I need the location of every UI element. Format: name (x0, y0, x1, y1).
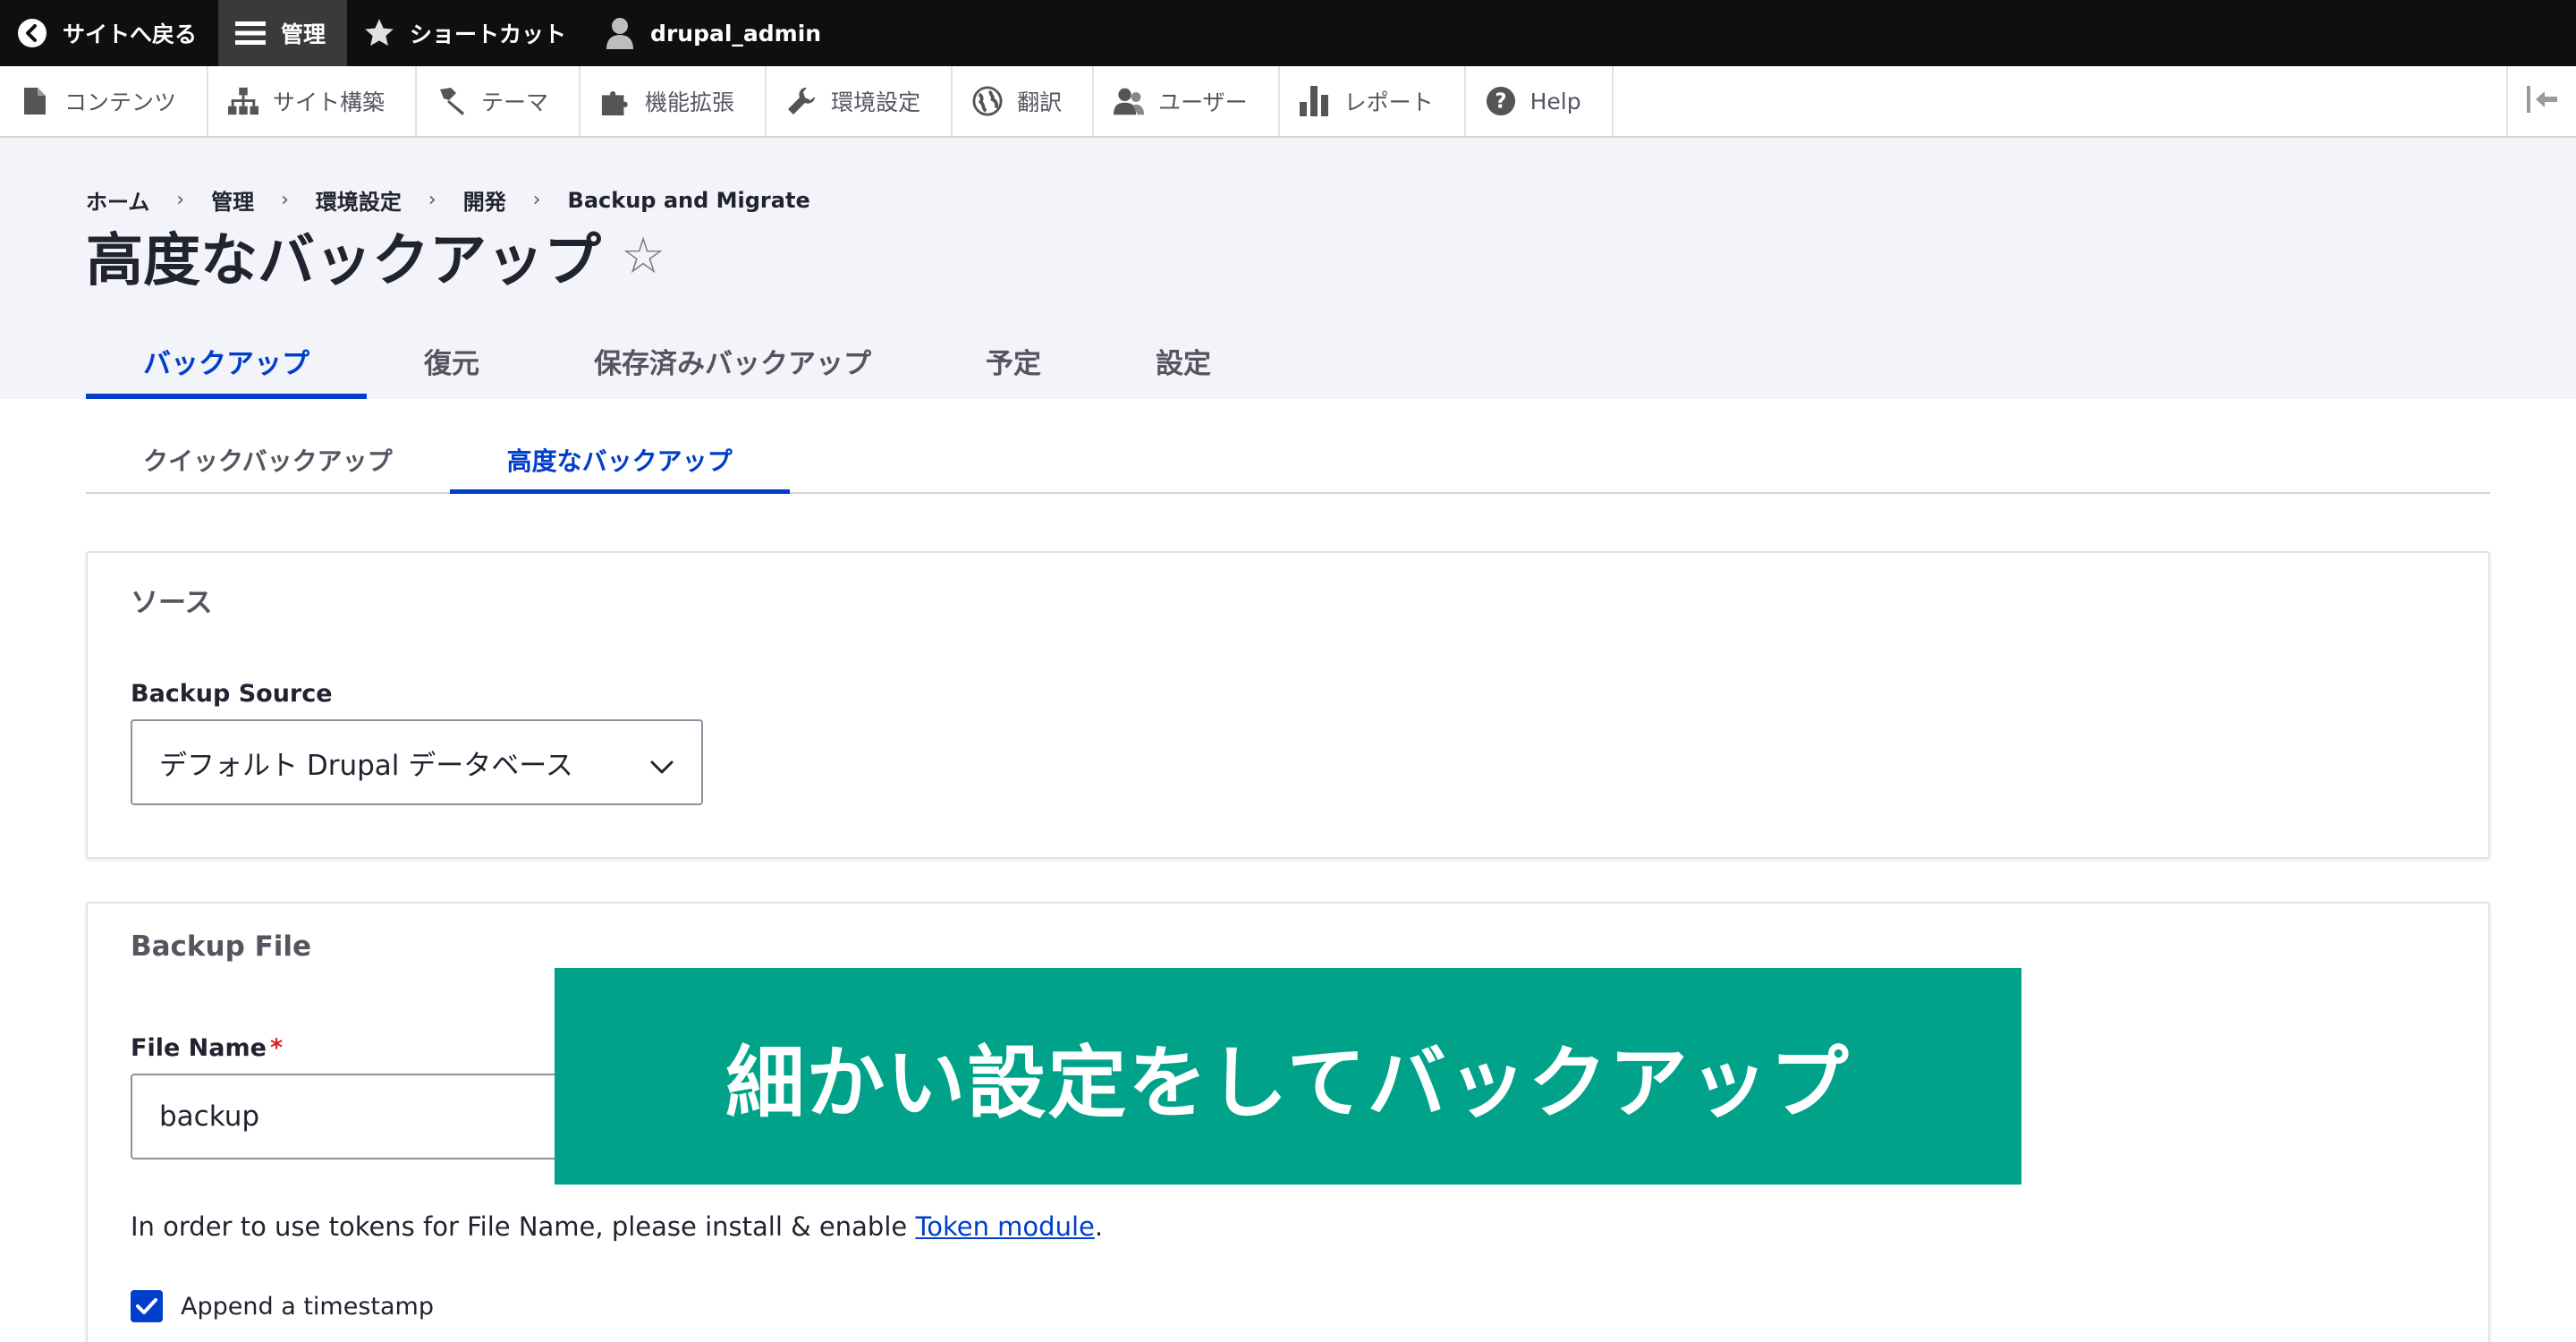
user-icon (604, 17, 636, 49)
tray-orientation-toggle[interactable] (2506, 66, 2576, 136)
checkmark-icon (136, 1298, 157, 1314)
breadcrumb-separator: › (281, 189, 289, 211)
tray-item-help[interactable]: ? Help (1466, 66, 1614, 136)
page-title-text: 高度なバックアップ (86, 228, 601, 294)
source-legend: ソース (131, 587, 213, 619)
manage-label: 管理 (281, 21, 326, 47)
back-to-site-label: サイトへ戻る (63, 21, 198, 47)
backup-source-label: Backup Source (131, 680, 333, 708)
paint-brush-icon (436, 86, 467, 116)
breadcrumb: ホーム › 管理 › 環境設定 › 開発 › Backup and Migrat… (86, 184, 810, 216)
back-to-site-link[interactable]: サイトへ戻る (0, 0, 218, 66)
help-text-prefix: In order to use tokens for File Name, pl… (131, 1211, 916, 1242)
caption-banner-text: 細かい設定をしてバックアップ (725, 1036, 1851, 1129)
required-marker: * (269, 1034, 284, 1062)
tray-item-label: 機能拡張 (645, 89, 735, 115)
tab-saved-backups[interactable]: 保存済みバックアップ (537, 322, 928, 399)
file-icon (20, 86, 50, 116)
wrench-icon (786, 86, 817, 116)
file-name-label: File Name * (131, 1034, 283, 1062)
help-text-suffix: . (1094, 1211, 1104, 1242)
shortcut-star-icon[interactable]: ☆ (621, 227, 665, 285)
tray-item-content[interactable]: コンテンツ (0, 66, 209, 136)
shortcuts-toolbar-tab[interactable]: ショートカット (347, 0, 588, 66)
breadcrumb-link-admin[interactable]: 管理 (211, 184, 254, 216)
globe-icon (972, 86, 1003, 116)
users-icon (1114, 86, 1145, 116)
tray-item-appearance[interactable]: テーマ (417, 66, 581, 136)
tray-item-label: 翻訳 (1017, 89, 1063, 115)
help-icon: ? (1486, 86, 1516, 116)
admin-toolbar: サイトへ戻る 管理 ショートカット drupal_admin (0, 0, 2576, 66)
breadcrumb-separator: › (176, 189, 185, 211)
tray-item-people[interactable]: ユーザー (1094, 66, 1280, 136)
caption-banner: 細かい設定をしてバックアップ (555, 968, 2021, 1185)
tab-quick-backup[interactable]: クイックバックアップ (86, 428, 450, 492)
collapse-left-icon (2527, 86, 2557, 116)
tab-restore[interactable]: 復元 (367, 322, 537, 399)
tray-item-translate[interactable]: 翻訳 (953, 66, 1095, 136)
backup-source-select[interactable]: デフォルト Drupal データベース (131, 719, 703, 805)
page-title: 高度なバックアップ ☆ (86, 215, 665, 297)
bar-chart-icon (1299, 86, 1330, 116)
append-timestamp-checkbox[interactable] (131, 1290, 163, 1322)
file-name-help: In order to use tokens for File Name, pl… (131, 1211, 1103, 1242)
hamburger-icon (234, 17, 267, 49)
source-fieldset: ソース Backup Source デフォルト Drupal データベース (86, 551, 2490, 859)
tab-settings[interactable]: 設定 (1098, 322, 1268, 399)
tray-item-configuration[interactable]: 環境設定 (767, 66, 953, 136)
sitemap-icon (228, 86, 259, 116)
tab-backup[interactable]: バックアップ (86, 322, 367, 399)
user-label: drupal_admin (650, 20, 822, 47)
svg-text:?: ? (1495, 90, 1506, 114)
backup-source-selected-value: デフォルト Drupal データベース (159, 749, 573, 782)
breadcrumb-link-development[interactable]: 開発 (463, 184, 506, 216)
tray-item-label: サイト構築 (273, 89, 386, 115)
tray-item-label: Help (1530, 88, 1581, 115)
star-icon (363, 17, 395, 49)
user-toolbar-tab[interactable]: drupal_admin (588, 0, 843, 66)
manage-toolbar-tab[interactable]: 管理 (218, 0, 348, 66)
tray-item-extend[interactable]: 機能拡張 (580, 66, 767, 136)
chevron-down-icon (649, 752, 674, 784)
tab-advanced-backup[interactable]: 高度なバックアップ (449, 428, 790, 494)
tab-schedule[interactable]: 予定 (928, 322, 1098, 399)
breadcrumb-link-config[interactable]: 環境設定 (316, 184, 402, 216)
tray-item-label: ユーザー (1158, 89, 1248, 115)
backup-file-legend: Backup File (131, 930, 312, 963)
tray-item-label: レポート (1343, 89, 1434, 115)
token-module-link[interactable]: Token module (915, 1211, 1094, 1242)
append-timestamp-row: Append a timestamp (131, 1290, 434, 1322)
admin-tray: コンテンツ サイト構築 テーマ 機能拡張 環境設定 翻訳 ユーザー レポート ?… (0, 66, 2576, 138)
file-name-label-text: File Name (131, 1034, 267, 1062)
tray-item-label: テーマ (481, 89, 549, 115)
shortcuts-label: ショートカット (410, 21, 567, 47)
append-timestamp-label[interactable]: Append a timestamp (181, 1293, 434, 1321)
tray-item-reports[interactable]: レポート (1280, 66, 1466, 136)
page-header: ホーム › 管理 › 環境設定 › 開発 › Backup and Migrat… (0, 138, 2576, 399)
secondary-tabs: クイックバックアップ 高度なバックアップ (86, 428, 2490, 494)
tray-item-label: 環境設定 (831, 89, 921, 115)
breadcrumb-separator: › (428, 189, 436, 211)
breadcrumb-separator: › (532, 189, 541, 211)
tray-item-label: コンテンツ (64, 89, 177, 115)
puzzle-icon (600, 86, 631, 116)
breadcrumb-link-home[interactable]: ホーム (86, 184, 149, 216)
primary-tabs: バックアップ 復元 保存済みバックアップ 予定 設定 (86, 322, 1268, 399)
breadcrumb-link-backup-migrate[interactable]: Backup and Migrate (568, 188, 810, 213)
chevron-left-circle-icon (16, 17, 48, 49)
tray-item-structure[interactable]: サイト構築 (208, 66, 418, 136)
